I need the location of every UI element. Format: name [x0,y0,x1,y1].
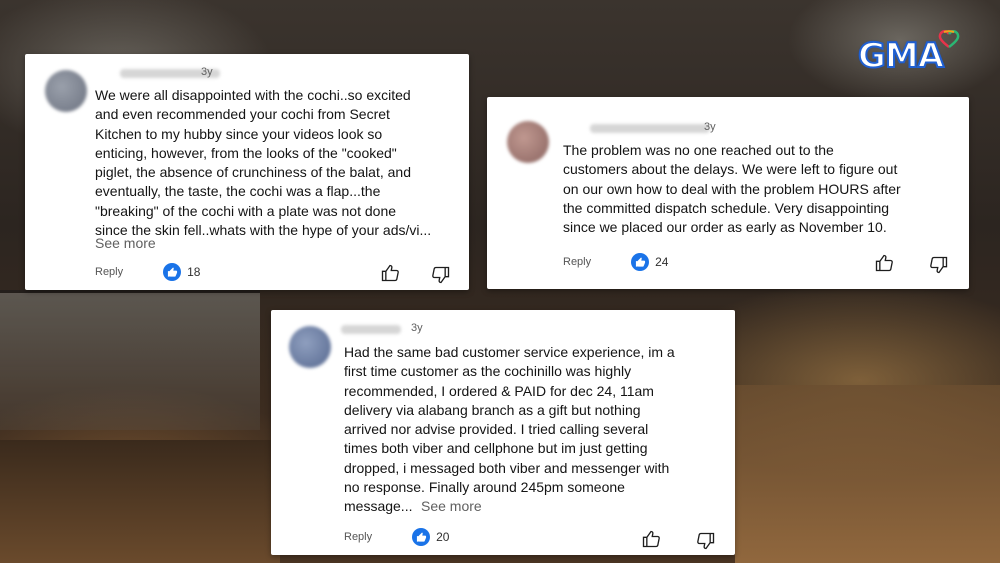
thumbs-up-outline-icon[interactable] [874,253,894,273]
thumbs-down-outline-icon[interactable] [929,255,949,275]
comment-card: 3y Had the same bad customer service exp… [271,310,735,555]
reply-button[interactable]: Reply [344,531,372,543]
comment-actions: Reply 20 [344,528,449,546]
username-blurred [341,325,401,334]
gma-logo: GMA [857,30,960,77]
like-count: 24 [655,255,669,269]
comment-age: 3y [411,322,423,334]
like-count: 18 [187,265,201,279]
avatar [289,326,331,368]
see-more-link[interactable]: See more [421,497,482,516]
comment-text: We were all disappointed with the cochi.… [95,87,432,239]
reply-button[interactable]: Reply [95,266,123,278]
comment-age: 3y [201,66,213,78]
username-blurred [590,124,710,133]
thumbs-up-filled-icon [631,253,650,271]
like-count: 20 [436,530,450,544]
reply-button[interactable]: Reply [563,256,591,268]
see-more-link[interactable]: See more [95,234,156,253]
comment-actions: Reply 18 [95,263,200,281]
thumbs-up-outline-icon[interactable] [380,263,400,283]
logo-text: GMA [857,35,945,77]
background-counter-right [735,385,1000,563]
thumbs-down-outline-icon[interactable] [431,265,451,285]
avatar [45,70,87,112]
comment-card: 3y The problem was no one reached out to… [487,97,969,289]
comment-actions: Reply 24 [563,253,668,271]
heart-icon [938,30,960,48]
thumbs-up-filled-icon [412,528,431,546]
comment-age: 3y [704,121,716,133]
comment-text: The problem was no one reached out to th… [563,142,901,236]
comment-text: Had the same bad customer service experi… [344,344,675,515]
thumbs-up-filled-icon [163,263,182,281]
comment-card: 3y We were all disappointed with the coc… [25,54,469,290]
background-window [0,290,260,430]
avatar [507,121,549,163]
thumbs-up-outline-icon[interactable] [641,529,661,549]
thumbs-down-outline-icon[interactable] [696,531,716,551]
background-counter-left [0,440,280,563]
